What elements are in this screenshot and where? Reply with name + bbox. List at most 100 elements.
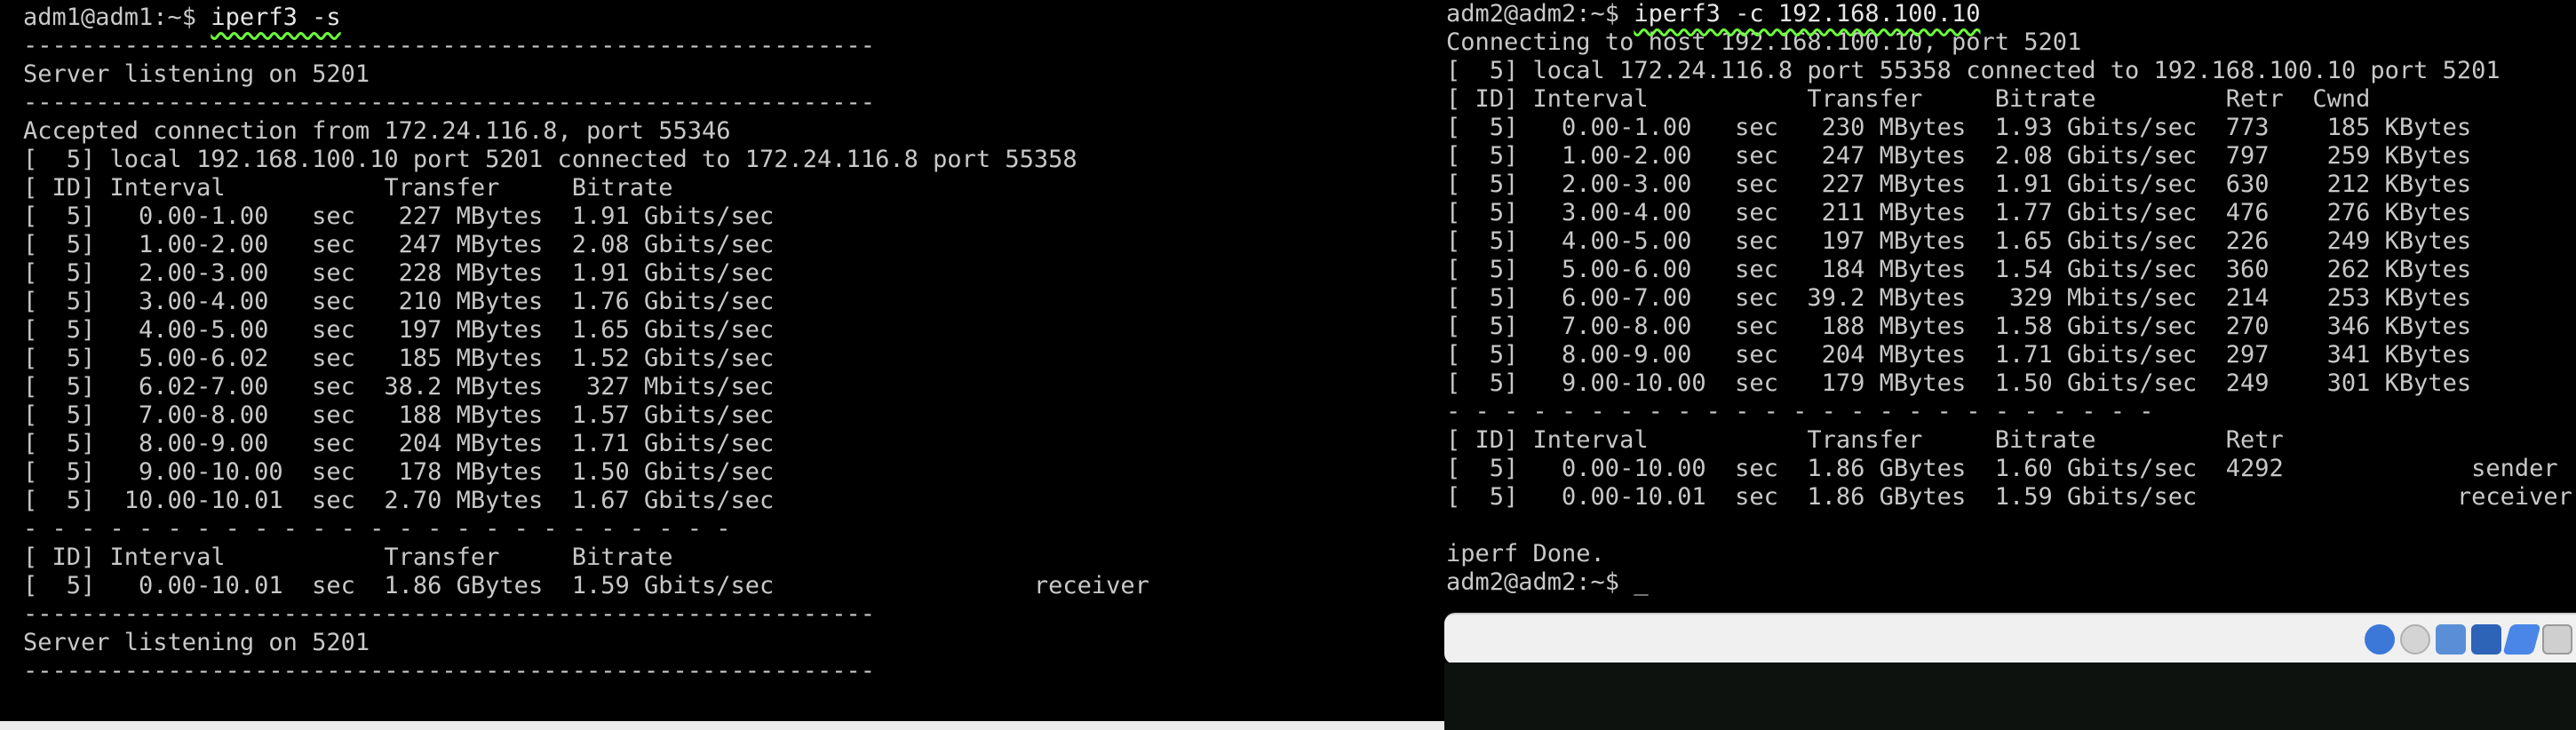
terminal-line: Connecting to host 192.168.100.10, port … (1446, 28, 2572, 57)
terminal-line: [ ID] Interval Transfer Bitrate (23, 544, 1149, 572)
output-text: Connecting to host 192.168.100.10, port … (1446, 28, 2082, 56)
output-text: [ 5] local 172.24.116.8 port 55358 conne… (1446, 57, 2500, 84)
right-terminal-output: adm2@adm2:~$ iperf3 -c 192.168.100.10 Con… (1446, 0, 2572, 597)
terminal-line: ----------------------------------------… (23, 89, 1149, 117)
right-terminal[interactable]: adm2@adm2:~$ iperf3 -c 192.168.100.10 Con… (1444, 0, 2576, 613)
output-text: Server listening on 5201 (23, 629, 370, 656)
terminal-line: [ 5] 3.00-4.00 sec 210 MBytes 1.76 Gbits… (23, 288, 1149, 316)
shell-prompt: adm1@adm1:~$ (23, 4, 211, 31)
terminal-line: iperf Done. (1446, 540, 2572, 568)
terminal-line: [ 5] local 172.24.116.8 port 55358 conne… (1446, 57, 2572, 85)
recording-icon[interactable] (2502, 624, 2541, 655)
shell-command: iperf3 -s (211, 4, 341, 31)
terminal-line: [ 5] 4.00-5.00 sec 197 MBytes 1.65 Gbits… (23, 316, 1149, 345)
terminal-line: [ 5] 0.00-10.00 sec 1.86 GBytes 1.60 Gbi… (1446, 455, 2572, 483)
terminal-line: [ 5] local 192.168.100.10 port 5201 conn… (23, 146, 1149, 174)
output-text: [ 5] 9.00-10.00 sec 179 MBytes 1.50 Gbit… (1446, 369, 2472, 397)
terminal-line: [ 5] 9.00-10.00 sec 179 MBytes 1.50 Gbit… (1446, 369, 2572, 398)
output-text: [ 5] 7.00-8.00 sec 188 MBytes 1.58 Gbits… (1446, 313, 2472, 340)
shell-command: iperf3 -c 192.168.100.10 (1634, 0, 1981, 28)
terminal-line: [ 5] 9.00-10.00 sec 178 MBytes 1.50 Gbit… (23, 458, 1149, 487)
output-text: [ 5] 4.00-5.00 sec 197 MBytes 1.65 Gbits… (1446, 227, 2472, 255)
output-text: [ 5] 6.00-7.00 sec 39.2 MBytes 329 Mbits… (1446, 284, 2472, 312)
output-text: [ 5] 0.00-10.01 sec 1.86 GBytes 1.59 Gbi… (1446, 483, 2572, 511)
terminal-line: [ 5] 6.02-7.00 sec 38.2 MBytes 327 Mbits… (23, 373, 1149, 401)
left-window-bottom-edge (0, 721, 1444, 730)
left-terminal[interactable]: adm1@adm1:~$ iperf3 -s ------------------… (0, 0, 1444, 730)
desktop-background (1444, 663, 2576, 730)
output-text: [ 5] local 192.168.100.10 port 5201 conn… (23, 146, 1077, 173)
terminal-line: [ ID] Interval Transfer Bitrate (23, 174, 1149, 202)
terminal-line: [ 5] 0.00-10.01 sec 1.86 GBytes 1.59 Gbi… (23, 572, 1149, 600)
terminal-line: Accepted connection from 172.24.116.8, p… (23, 117, 1149, 146)
terminal-line: [ 5] 7.00-8.00 sec 188 MBytes 1.58 Gbits… (1446, 313, 2572, 341)
terminal-line: [ 5] 8.00-9.00 sec 204 MBytes 1.71 Gbits… (1446, 341, 2572, 369)
output-text: [ 5] 0.00-10.01 sec 1.86 GBytes 1.59 Gbi… (23, 572, 1149, 599)
terminal-line: [ 5] 10.00-10.01 sec 2.70 MBytes 1.67 Gb… (23, 487, 1149, 515)
output-text: [ 5] 8.00-9.00 sec 204 MBytes 1.71 Gbits… (23, 430, 775, 457)
terminal-line: [ 5] 6.00-7.00 sec 39.2 MBytes 329 Mbits… (1446, 284, 2572, 313)
network-icon[interactable] (2365, 624, 2395, 655)
output-text: [ 5] 2.00-3.00 sec 228 MBytes 1.91 Gbits… (23, 259, 775, 287)
terminal-line: - - - - - - - - - - - - - - - - - - - - … (1446, 398, 2572, 426)
output-text: - - - - - - - - - - - - - - - - - - - - … (23, 515, 731, 543)
output-text: ----------------------------------------… (23, 600, 876, 628)
output-text: ----------------------------------------… (23, 89, 876, 116)
terminal-line: [ 5] 1.00-2.00 sec 247 MBytes 2.08 Gbits… (1446, 142, 2572, 171)
terminal-line: adm2@adm2:~$ _ (1446, 568, 2572, 597)
output-text: [ 5] 7.00-8.00 sec 188 MBytes 1.57 Gbits… (23, 401, 775, 429)
output-text: [ 5] 9.00-10.00 sec 178 MBytes 1.50 Gbit… (23, 458, 775, 486)
terminal-line: - - - - - - - - - - - - - - - - - - - - … (23, 515, 1149, 544)
output-text: [ 5] 1.00-2.00 sec 247 MBytes 2.08 Gbits… (1446, 142, 2472, 170)
vm-status-tray (2365, 622, 2576, 657)
output-text: Accepted connection from 172.24.116.8, p… (23, 117, 731, 145)
terminal-line: [ 5] 5.00-6.02 sec 185 MBytes 1.52 Gbits… (23, 345, 1149, 373)
terminal-line: [ 5] 7.00-8.00 sec 188 MBytes 1.57 Gbits… (23, 401, 1149, 430)
shell-prompt: adm2@adm2:~$ (1446, 0, 1634, 28)
display-icon[interactable] (2542, 624, 2572, 655)
output-text: [ 5] 0.00-1.00 sec 230 MBytes 1.93 Gbits… (1446, 114, 2472, 141)
output-text: [ 5] 2.00-3.00 sec 227 MBytes 1.91 Gbits… (1446, 171, 2472, 198)
output-text: [ ID] Interval Transfer Bitrate (23, 174, 673, 202)
terminal-line: [ 5] 0.00-1.00 sec 230 MBytes 1.93 Gbits… (1446, 114, 2572, 142)
output-text: Server listening on 5201 (23, 60, 370, 88)
usb-icon[interactable] (2436, 624, 2466, 655)
terminal-line: Server listening on 5201 (23, 60, 1149, 89)
terminal-line: Server listening on 5201 (23, 629, 1149, 657)
output-text: [ 5] 8.00-9.00 sec 204 MBytes 1.71 Gbits… (1446, 341, 2472, 369)
terminal-line: [ 5] 0.00-1.00 sec 227 MBytes 1.91 Gbits… (23, 202, 1149, 231)
terminal-line: [ 5] 2.00-3.00 sec 227 MBytes 1.91 Gbits… (1446, 171, 2572, 199)
text-cursor: _ (1634, 568, 1649, 596)
terminal-line: ----------------------------------------… (23, 32, 1149, 60)
output-text: [ 5] 6.02-7.00 sec 38.2 MBytes 327 Mbits… (23, 373, 775, 401)
output-text: [ ID] Interval Transfer Bitrate Retr (1446, 426, 2284, 454)
output-text: ----------------------------------------… (23, 32, 876, 60)
left-terminal-output: adm1@adm1:~$ iperf3 -s ------------------… (23, 4, 1149, 730)
terminal-line: [ 5] 3.00-4.00 sec 211 MBytes 1.77 Gbits… (1446, 199, 2572, 227)
terminal-line: [ 5] 1.00-2.00 sec 247 MBytes 2.08 Gbits… (23, 231, 1149, 259)
output-text: [ 5] 3.00-4.00 sec 211 MBytes 1.77 Gbits… (1446, 199, 2472, 226)
terminal-line: ----------------------------------------… (23, 600, 1149, 629)
terminal-line: adm1@adm1:~$ iperf3 -s (23, 4, 1149, 32)
terminal-line: adm2@adm2:~$ iperf3 -c 192.168.100.10 (1446, 0, 2572, 28)
shared-folders-icon[interactable] (2471, 624, 2501, 655)
output-text: [ 5] 0.00-10.00 sec 1.86 GBytes 1.60 Gbi… (1446, 455, 2558, 482)
optical-drive-icon[interactable] (2400, 624, 2430, 655)
terminal-line: ----------------------------------------… (23, 657, 1149, 686)
output-text: [ 5] 0.00-1.00 sec 227 MBytes 1.91 Gbits… (23, 202, 775, 230)
terminal-line: [ 5] 0.00-10.01 sec 1.86 GBytes 1.59 Gbi… (1446, 483, 2572, 512)
output-text: [ 5] 4.00-5.00 sec 197 MBytes 1.65 Gbits… (23, 316, 775, 344)
terminal-line: [ ID] Interval Transfer Bitrate Retr Cwn… (1446, 85, 2572, 114)
terminal-line: [ 5] 2.00-3.00 sec 228 MBytes 1.91 Gbits… (23, 259, 1149, 288)
terminal-line: [ ID] Interval Transfer Bitrate Retr (1446, 426, 2572, 455)
output-text: [ 5] 1.00-2.00 sec 247 MBytes 2.08 Gbits… (23, 231, 775, 258)
output-text: - - - - - - - - - - - - - - - - - - - - … (1446, 398, 2154, 425)
terminal-line: [ 5] 5.00-6.00 sec 184 MBytes 1.54 Gbits… (1446, 256, 2572, 284)
output-text: iperf Done. (1446, 540, 1605, 567)
output-text: ----------------------------------------… (23, 657, 876, 685)
shell-prompt: adm2@adm2:~$ (1446, 568, 1634, 596)
output-text: [ ID] Interval Transfer Bitrate (23, 544, 673, 571)
output-text: [ ID] Interval Transfer Bitrate Retr Cwn… (1446, 85, 2371, 113)
